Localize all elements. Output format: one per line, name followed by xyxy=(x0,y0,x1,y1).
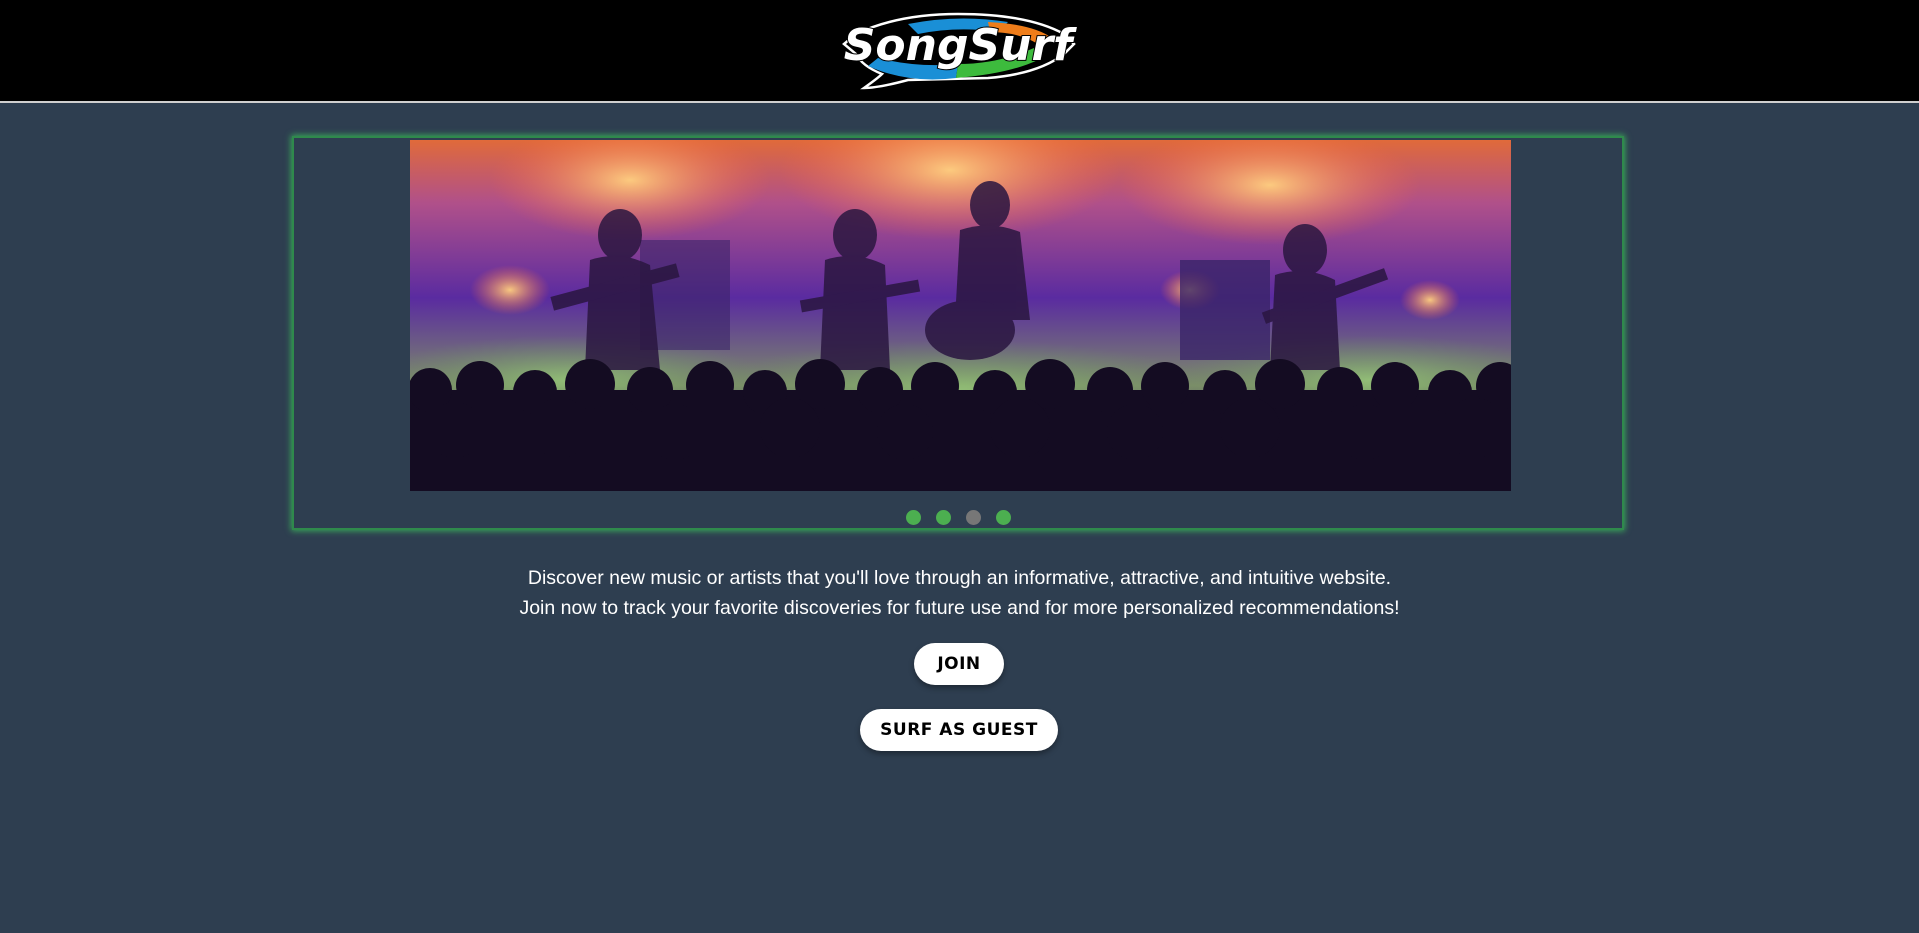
songsurf-logo-icon: SongSurf xyxy=(842,12,1078,90)
surf-as-guest-button[interactable]: SURF AS GUEST xyxy=(860,709,1058,751)
site-header: SongSurf xyxy=(0,0,1919,103)
intro-text: Discover new music or artists that you'l… xyxy=(0,563,1919,623)
concert-slide-image xyxy=(410,140,1511,491)
svg-text:SongSurf: SongSurf xyxy=(844,20,1077,71)
join-button[interactable]: JOIN xyxy=(914,643,1004,685)
intro-line-1: Discover new music or artists that you'l… xyxy=(527,567,1392,589)
carousel-dot-1[interactable] xyxy=(905,510,921,525)
intro-line-2: Join now to track your favorite discover… xyxy=(519,597,1400,619)
carousel-dot-3[interactable] xyxy=(965,510,981,525)
carousel-dot-2[interactable] xyxy=(935,510,951,525)
carousel-dot-4[interactable] xyxy=(995,510,1011,525)
image-carousel xyxy=(292,136,1624,530)
songsurf-logo[interactable]: SongSurf xyxy=(838,8,1078,94)
concert-band-image-icon xyxy=(410,140,1511,491)
carousel-dots xyxy=(294,510,1622,526)
